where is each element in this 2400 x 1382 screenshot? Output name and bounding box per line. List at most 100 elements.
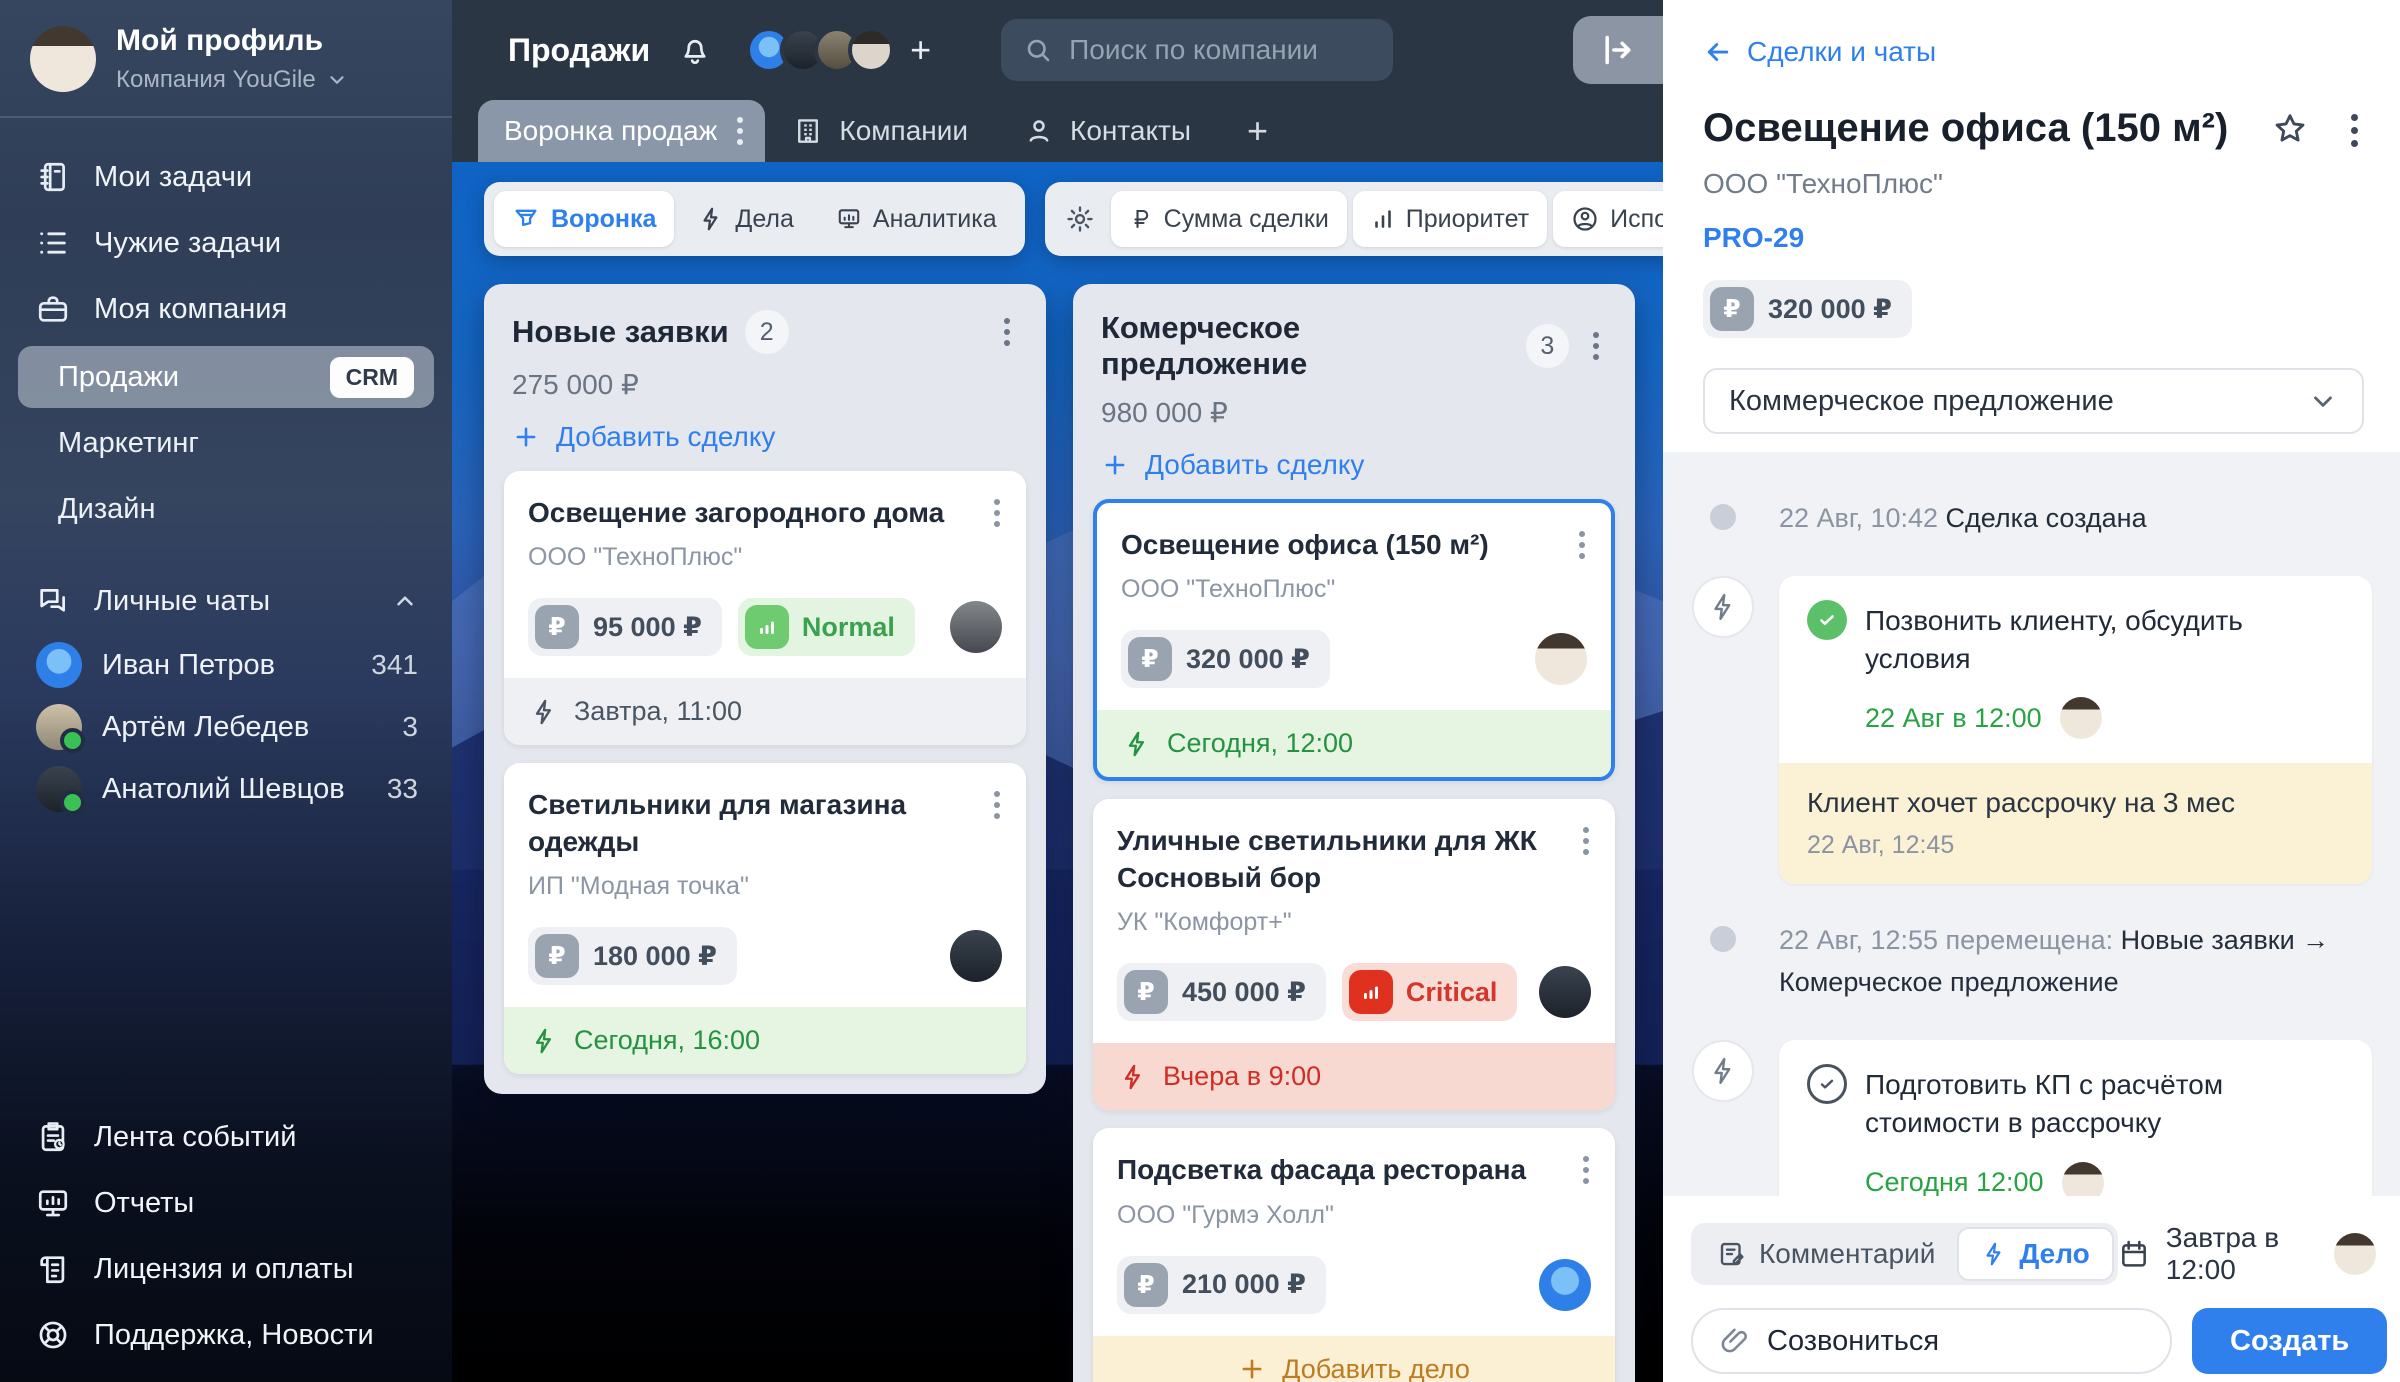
deal-amount-chip[interactable]: ₽ 320 000 ₽	[1121, 630, 1330, 688]
deal-detail-company: ООО "ТехноПлюс"	[1703, 168, 2364, 200]
column-menu-icon[interactable]	[996, 314, 1018, 350]
deal-amount-chip[interactable]: ₽ 450 000 ₽	[1117, 963, 1326, 1021]
field-settings: Сумма сделки Приоритет Исполнитель +	[1045, 182, 1663, 256]
deal-card[interactable]: Подсветка фасада ресторана ООО "Гурмэ Хо…	[1093, 1128, 1615, 1382]
search-input[interactable]	[1069, 34, 1430, 66]
sidebar-item-marketing[interactable]: Маркетинг	[18, 412, 434, 474]
assignee-avatar[interactable]	[1539, 1259, 1591, 1311]
tab-add-button[interactable]: +	[1219, 100, 1296, 162]
field-sum-button[interactable]: Сумма сделки	[1111, 191, 1347, 247]
company-search[interactable]	[1001, 19, 1393, 81]
back-to-deals-link[interactable]: Сделки и чаты	[1703, 36, 1936, 68]
assignee-avatar[interactable]	[950, 601, 1002, 653]
personal-chats-header[interactable]: Личные чаты	[0, 568, 452, 634]
chat-item-anatoly-shevtsov[interactable]: Анатолий Шевцов 33	[0, 758, 452, 820]
priority-chip-normal[interactable]: Normal	[738, 598, 915, 656]
chat-item-artem-lebedev[interactable]: Артём Лебедев 3	[0, 696, 452, 758]
deal-amount: 95 000 ₽	[593, 612, 702, 643]
deal-activity-toggle-button[interactable]: Дело	[1957, 1227, 2113, 1281]
view-funnel-button[interactable]: Воронка	[494, 191, 674, 247]
assignee-avatar[interactable]	[1535, 633, 1587, 685]
card-menu-icon[interactable]	[1577, 527, 1587, 563]
deal-amount-chip[interactable]: ₽ 210 000 ₽	[1117, 1256, 1326, 1314]
tab-sales-funnel[interactable]: Воронка продаж	[478, 100, 765, 162]
assignee-avatar[interactable]	[950, 930, 1002, 982]
deal-code[interactable]: PRO-29	[1703, 222, 2364, 254]
field-assignee-button[interactable]: Исполнитель	[1553, 191, 1663, 247]
sidebar-item-others-tasks[interactable]: Чужие задачи	[0, 210, 452, 276]
due-chip[interactable]: Вчера в 9:00	[1093, 1043, 1615, 1110]
sidebar-item-event-feed[interactable]: Лента событий	[0, 1104, 452, 1170]
deal-amount-chip[interactable]: ₽ 180 000 ₽	[528, 927, 737, 985]
add-member-button[interactable]: +	[910, 29, 931, 71]
star-icon[interactable]	[2265, 104, 2315, 154]
notifications-bell-icon[interactable]	[678, 33, 712, 67]
avatar	[36, 704, 82, 750]
create-button[interactable]: Создать	[2192, 1308, 2387, 1374]
column-menu-icon[interactable]	[1585, 328, 1607, 364]
page-title: Продажи	[508, 32, 650, 69]
deal-company: ООО "ТехноПлюс"	[528, 543, 1002, 572]
deal-card-selected[interactable]: Освещение офиса (150 м²) ООО "ТехноПлюс"…	[1093, 499, 1615, 781]
sidebar-item-reports[interactable]: Отчеты	[0, 1170, 452, 1236]
add-deal-button[interactable]: Добавить сделку	[512, 421, 1018, 453]
check-circle-icon[interactable]	[1807, 600, 1847, 640]
collapse-panel-button[interactable]	[1573, 16, 1663, 84]
sidebar-item-label: Чужие задачи	[94, 227, 281, 260]
activity-card[interactable]: Подготовить КП с расчётом стоимости в ра…	[1779, 1040, 2372, 1196]
card-menu-icon[interactable]	[1581, 1152, 1591, 1188]
view-deals-button[interactable]: Дела	[680, 191, 812, 247]
tab-companies[interactable]: Компании	[765, 100, 996, 162]
priority-chip-critical[interactable]: Critical	[1342, 963, 1518, 1021]
activity-input[interactable]	[1767, 1325, 2144, 1358]
chat-item-ivan-petrov[interactable]: Иван Петров 341	[0, 634, 452, 696]
plus-icon	[1238, 1355, 1266, 1382]
ruble-icon: ₽	[1710, 287, 1754, 331]
tab-contacts[interactable]: Контакты	[996, 100, 1219, 162]
timeline-dot	[1710, 926, 1736, 952]
stage-dropdown[interactable]: Коммерческое предложение	[1703, 368, 2364, 434]
field-priority-button[interactable]: Приоритет	[1353, 191, 1547, 247]
check-circle-outline-icon[interactable]	[1807, 1064, 1847, 1104]
card-menu-icon[interactable]	[992, 495, 1002, 531]
paperclip-icon[interactable]	[1719, 1325, 1751, 1357]
sidebar-item-support[interactable]: Поддержка, Новости	[0, 1302, 452, 1368]
deal-amount-chip[interactable]: ₽ 320 000 ₽	[1703, 280, 1912, 338]
timeline-dot	[1710, 504, 1736, 530]
deal-card[interactable]: Уличные светильники для ЖК Сосновый бор …	[1093, 799, 1615, 1110]
schedule-button[interactable]: Завтра в 12:00	[2118, 1222, 2376, 1286]
activity-card[interactable]: Позвонить клиенту, обсудить условия 22 А…	[1779, 576, 2372, 885]
deal-amount-chip[interactable]: ₽ 95 000 ₽	[528, 598, 722, 656]
activity-lightning-icon	[1692, 576, 1754, 638]
add-deal-button[interactable]: Добавить сделку	[1101, 449, 1607, 481]
tab-menu-icon[interactable]	[737, 117, 743, 145]
stage-value: Коммерческое предложение	[1729, 385, 2114, 418]
avatar[interactable]	[848, 27, 894, 73]
sidebar-item-design[interactable]: Дизайн	[18, 478, 434, 540]
team-avatars	[746, 27, 894, 73]
sidebar-item-license[interactable]: Лицензия и оплаты	[0, 1236, 452, 1302]
deal-card[interactable]: Освещение загородного дома ООО "ТехноПлю…	[504, 471, 1026, 745]
comment-toggle-button[interactable]: Комментарий	[1695, 1227, 1957, 1281]
chevron-up-icon[interactable]	[392, 588, 418, 614]
list-icon	[36, 226, 70, 260]
card-menu-icon[interactable]	[992, 787, 1002, 823]
deal-card[interactable]: Светильники для магазина одежды ИП "Модн…	[504, 763, 1026, 1074]
app-window: Мой профиль Компания YouGile Мои задачи …	[0, 0, 2400, 1382]
sidebar-item-sales[interactable]: Продажи CRM	[18, 346, 434, 408]
assignee-avatar[interactable]	[1539, 966, 1591, 1018]
due-chip[interactable]: Завтра, 11:00	[504, 678, 1026, 745]
sidebar-item-my-tasks[interactable]: Мои задачи	[0, 144, 452, 210]
due-chip[interactable]: Сегодня, 16:00	[504, 1007, 1026, 1074]
add-activity-button[interactable]: Добавить дело	[1093, 1336, 1615, 1382]
view-analytics-button[interactable]: Аналитика	[818, 191, 1015, 247]
deal-menu-icon[interactable]	[2345, 104, 2364, 153]
chevron-down-icon[interactable]	[326, 69, 348, 91]
sidebar-item-my-company[interactable]: Моя компания	[0, 276, 452, 342]
profile-avatar[interactable]	[30, 26, 96, 92]
due-chip[interactable]: Сегодня, 12:00	[1097, 710, 1611, 777]
avatar[interactable]	[2334, 1233, 2376, 1275]
gear-icon[interactable]	[1055, 204, 1105, 234]
profile-card[interactable]: Мой профиль Компания YouGile	[0, 0, 452, 116]
card-menu-icon[interactable]	[1581, 823, 1591, 859]
